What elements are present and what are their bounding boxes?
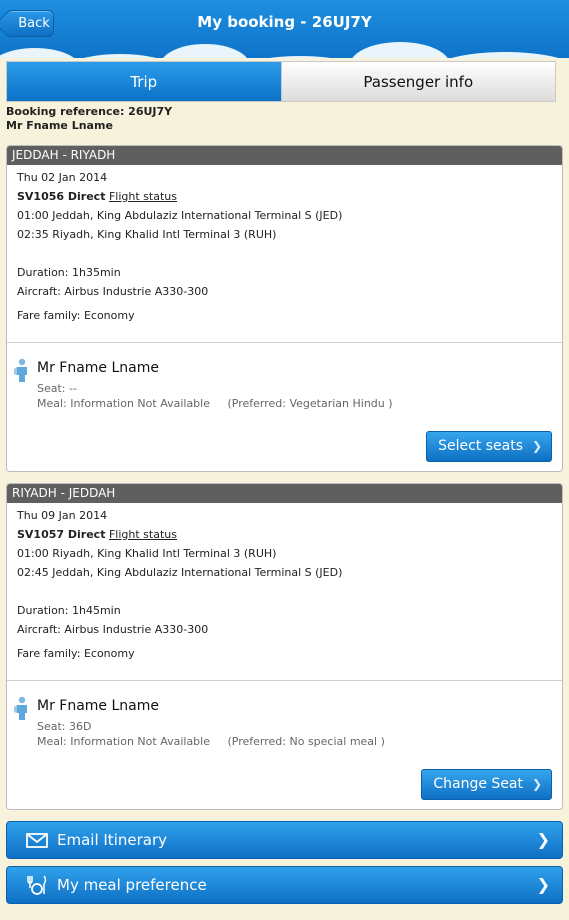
segment-flight-line: SV1056 Direct Flight status bbox=[17, 187, 552, 206]
chevron-right-icon: ❯ bbox=[536, 830, 550, 849]
segment-flight-line: SV1057 Direct Flight status bbox=[17, 525, 552, 544]
seat-info: Seat: -- bbox=[37, 382, 77, 395]
chevron-right-icon: ❯ bbox=[531, 439, 542, 453]
segment-date: Thu 09 Jan 2014 bbox=[17, 509, 108, 522]
meal-info-line: Meal: Information Not Available (Preferr… bbox=[37, 396, 552, 411]
aircraft: Aircraft: Airbus Industrie A330-300 bbox=[17, 285, 209, 298]
duration: Duration: 1h45min bbox=[17, 604, 121, 617]
email-itinerary-label: Email Itinerary bbox=[57, 831, 167, 849]
departure-info: 01:00 Riyadh, King Khalid Intl Terminal … bbox=[17, 547, 277, 560]
chevron-right-icon: ❯ bbox=[536, 875, 550, 894]
segment-date: Thu 02 Jan 2014 bbox=[17, 171, 108, 184]
segment-route: JEDDAH - RIYADH bbox=[7, 146, 562, 165]
passenger-block: Mr Fname Lname Seat: 36D Meal: Informati… bbox=[7, 681, 562, 809]
duration: Duration: 1h35min bbox=[17, 266, 121, 279]
flight-number: SV1057 Direct bbox=[17, 528, 106, 541]
change-seat-label: Change Seat bbox=[433, 776, 523, 792]
chevron-right-icon: ❯ bbox=[531, 777, 542, 791]
passenger-block: Mr Fname Lname Seat: -- Meal: Informatio… bbox=[7, 343, 562, 471]
segment-details: Thu 02 Jan 2014 SV1056 Direct Flight sta… bbox=[7, 165, 562, 342]
tab-trip[interactable]: Trip bbox=[7, 62, 281, 101]
page-title: My booking - 26UJ7Y bbox=[197, 13, 372, 31]
seat-info: Seat: 36D bbox=[37, 720, 92, 733]
booking-passenger-name: Mr Fname Lname bbox=[6, 119, 113, 132]
meal-preference-label: My meal preference bbox=[57, 876, 207, 894]
arrival-info: 02:45 Jeddah, King Abdulaziz Internation… bbox=[17, 566, 343, 579]
booking-summary: Booking reference: 26UJ7Y Mr Fname Lname bbox=[6, 105, 172, 133]
passenger-icon bbox=[14, 696, 27, 720]
flight-segment-card: JEDDAH - RIYADH Thu 02 Jan 2014 SV1056 D… bbox=[6, 145, 563, 472]
meal-info-line: Meal: Information Not Available (Preferr… bbox=[37, 734, 552, 749]
passenger-name: Mr Fname Lname bbox=[37, 698, 159, 714]
select-seats-button[interactable]: Select seats ❯ bbox=[426, 431, 552, 462]
flight-segment-card: RIYADH - JEDDAH Thu 09 Jan 2014 SV1057 D… bbox=[6, 483, 563, 810]
meal-preference-button[interactable]: My meal preference ❯ bbox=[6, 866, 563, 904]
passenger-icon bbox=[14, 358, 27, 382]
change-seat-button[interactable]: Change Seat ❯ bbox=[421, 769, 552, 800]
email-itinerary-button[interactable]: Email Itinerary ❯ bbox=[6, 821, 563, 859]
fare-family: Fare family: Economy bbox=[17, 647, 135, 660]
passenger-name: Mr Fname Lname bbox=[37, 360, 159, 376]
meal-preferred: (Preferred: Vegetarian Hindu ) bbox=[227, 397, 393, 410]
meal-icon bbox=[27, 875, 47, 895]
meal-preferred: (Preferred: No special meal ) bbox=[227, 735, 385, 748]
segment-route: RIYADH - JEDDAH bbox=[7, 484, 562, 503]
departure-info: 01:00 Jeddah, King Abdulaziz Internation… bbox=[17, 209, 343, 222]
aircraft: Aircraft: Airbus Industrie A330-300 bbox=[17, 623, 209, 636]
arrival-info: 02:35 Riyadh, King Khalid Intl Terminal … bbox=[17, 228, 277, 241]
segment-details: Thu 09 Jan 2014 SV1057 Direct Flight sta… bbox=[7, 503, 562, 680]
select-seats-label: Select seats bbox=[438, 438, 523, 454]
app-header: Back My booking - 26UJ7Y bbox=[0, 0, 569, 58]
cloud-decoration bbox=[0, 34, 569, 58]
envelope-icon bbox=[26, 833, 48, 848]
tab-passenger-info[interactable]: Passenger info bbox=[280, 62, 555, 101]
flight-status-link[interactable]: Flight status bbox=[109, 528, 177, 541]
flight-status-link[interactable]: Flight status bbox=[109, 190, 177, 203]
flight-number: SV1056 Direct bbox=[17, 190, 106, 203]
tab-bar: Trip Passenger info bbox=[6, 61, 556, 102]
booking-reference: Booking reference: 26UJ7Y bbox=[6, 105, 173, 118]
meal-info: Meal: Information Not Available bbox=[37, 397, 210, 410]
fare-family: Fare family: Economy bbox=[17, 309, 135, 322]
meal-info: Meal: Information Not Available bbox=[37, 735, 210, 748]
